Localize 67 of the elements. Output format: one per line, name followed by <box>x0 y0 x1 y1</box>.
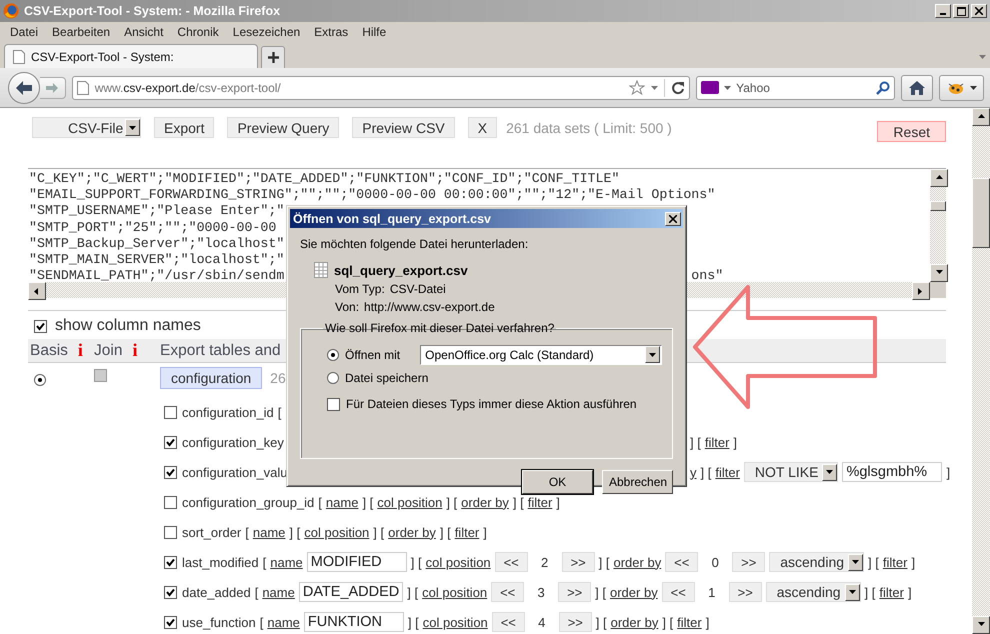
bracket-text: ] [ <box>289 524 300 540</box>
stepper-value: 0 <box>710 554 720 570</box>
column-name: configuration_key <box>182 434 284 450</box>
csv-line: "EMAIL_SUPPORT_FORWARDING_STRING";"";"";"0000-00-00 00:00:00";"";"12";"E-Mail Options" <box>29 187 716 204</box>
bracket-text: ] <box>556 494 560 510</box>
bracket-text: ] [ <box>662 614 674 630</box>
column-name: use_function <box>182 614 256 630</box>
column-name: sort_order <box>182 524 242 540</box>
csv-line: ons" <box>691 268 724 282</box>
detail-value: CSV-Datei <box>390 282 446 296</box>
bracket-text: ] <box>706 614 710 630</box>
csv-line: "SENDMAIL_PATH";"/usr/sbin/sendm <box>29 268 284 282</box>
stepper-value: 4 <box>537 614 546 630</box>
bracket-text: [ <box>262 554 266 570</box>
bracket-text: ] [ <box>446 494 458 510</box>
csv-line: "SMTP_Backup_Server";"localhost" <box>29 236 284 252</box>
column-header: Basis <box>30 342 68 360</box>
bracket-text: ] [ <box>407 584 418 600</box>
bracket-text: ] <box>733 434 738 450</box>
bracket-text: ] [ <box>410 554 422 570</box>
stepper-value: 3 <box>536 584 546 600</box>
column-name: configuration_id <box>182 404 274 420</box>
bracket-text: ] [ <box>596 614 607 630</box>
dialog-title: Öffnen von sql_query_export.csv <box>293 212 491 226</box>
group-legend: Wie soll Firefox mit dieser Datei verfahren? <box>323 321 556 335</box>
column-name: configuration_valu <box>182 464 288 480</box>
column-name: date_added <box>182 584 251 600</box>
column-header: Export tables and <box>160 342 281 360</box>
csv-line: "SMTP_MAIN_SERVER";"localhost";" <box>29 252 284 268</box>
bracket-text: [ <box>278 404 282 420</box>
checkbox-label: Für Dateien dieses Typs immer diese Aktion ausführen <box>346 397 637 411</box>
file-name: sql_query_export.csv <box>334 262 468 278</box>
row-count-text: 26 <box>270 370 286 386</box>
bracket-text: ] [ <box>512 494 524 510</box>
bracket-text: ] [ <box>690 434 701 450</box>
bracket-text: [ <box>318 494 322 510</box>
bracket-text: ] [ <box>598 554 610 570</box>
bracket-text: ] <box>908 584 912 600</box>
dialog-intro: Sie möchten folgende Datei herunterladen: <box>300 237 530 251</box>
detail-value: http://www.csv-export.de <box>364 300 495 314</box>
bracket-text: ] <box>911 554 916 570</box>
stepper-value: 1 <box>707 584 716 600</box>
data-count-text: 261 data sets ( Limit: 500 ) <box>506 120 672 136</box>
column-name: configuration_group_id <box>182 494 314 510</box>
bracket-text: ] <box>483 524 487 540</box>
csv-line: "SMTP_USERNAME";"Please Enter";" <box>29 203 284 220</box>
bracket-text: ] <box>946 464 950 480</box>
bracket-text: ] [ <box>362 494 374 510</box>
bracket-text: ] [ <box>440 524 451 540</box>
bracket-text: ] [ <box>864 584 876 600</box>
window-title: CSV-Export-Tool - System: - Mozilla Firefox <box>24 4 282 18</box>
bracket-text: ] [ <box>373 524 384 540</box>
column-name: last_modified <box>182 554 259 570</box>
stepper-value: 2 <box>540 554 550 570</box>
column-header: Join <box>94 342 122 360</box>
csv-line: "C_KEY";"C_WERT";"MODIFIED";"DATE_ADDED";"FUNKTION";"CONF_ID";"CONF_TITLE" <box>29 171 620 188</box>
detail-label: Vom Typ: <box>335 282 385 296</box>
bracket-text: ] [ <box>868 554 879 570</box>
checkbox-label: show column names <box>55 317 201 335</box>
csv-line: "SMTP_PORT";"25";"";"0000-00-00 <box>29 220 276 236</box>
bracket-text: [ <box>245 524 249 540</box>
bracket-text: [ <box>254 584 258 600</box>
bracket-text: ] [ <box>700 464 712 480</box>
detail-label: Von: <box>335 300 360 314</box>
bracket-text: ] [ <box>595 584 606 600</box>
bracket-text: ] [ <box>408 614 419 630</box>
bracket-text: [ <box>260 614 264 630</box>
